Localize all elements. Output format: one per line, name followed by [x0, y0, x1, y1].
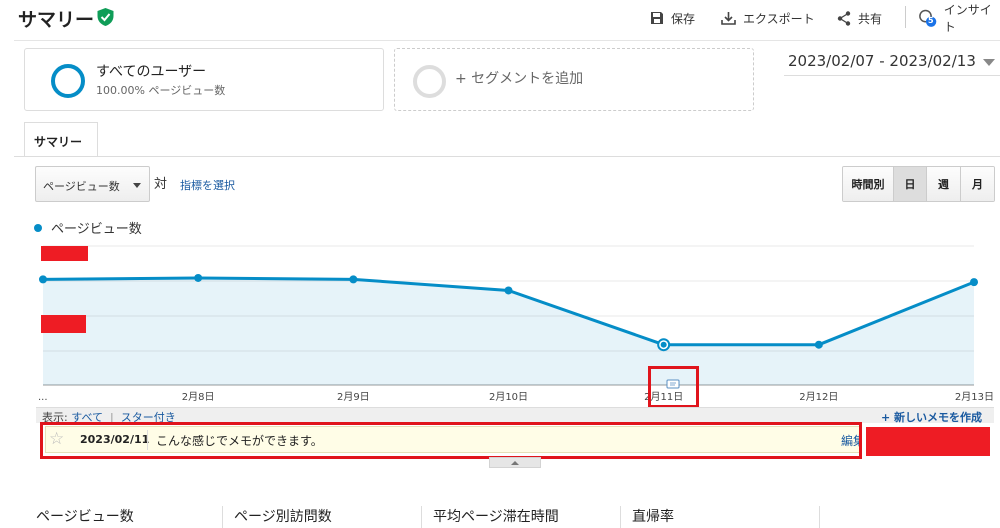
collapse-notes-button[interactable]	[489, 457, 541, 468]
metric-pageviews-label: ページビュー数	[36, 509, 134, 525]
share-icon	[837, 10, 851, 26]
date-range-picker[interactable]: 2023/02/07 - 2023/02/13	[784, 50, 1000, 76]
chevron-up-icon	[511, 461, 519, 465]
metric-avg-time-label: 平均ページ滞在時間	[433, 509, 559, 525]
x-tick-label: 2月8日	[182, 391, 215, 403]
redacted-note-author	[866, 427, 990, 456]
metric-divider	[421, 506, 422, 528]
redacted-y-label-mid	[41, 315, 86, 333]
create-note-link[interactable]: + 新しいメモを作成	[881, 409, 982, 425]
metric-unique-pageviews-label: ページ別訪問数	[234, 509, 332, 525]
header-divider	[14, 40, 1000, 41]
save-label: 保存	[671, 11, 696, 26]
highlight-note-row	[40, 422, 862, 459]
granularity-week[interactable]: 週	[926, 167, 960, 201]
insights-label: インサイト	[943, 3, 992, 34]
chart-legend: ページビュー数	[34, 218, 142, 237]
data-point[interactable]	[39, 275, 47, 284]
data-point[interactable]	[814, 340, 823, 349]
save-icon	[651, 12, 663, 24]
x-tick-label: 2月10日	[489, 391, 528, 403]
toolbar-divider	[905, 6, 906, 28]
data-point[interactable]	[349, 275, 358, 284]
empty-segment-ring-icon	[413, 65, 446, 98]
x-axis-labels: ... 2月8日 2月9日 2月10日 2月11日 2月12日 2月13日	[38, 391, 994, 403]
legend-label: ページビュー数	[51, 222, 142, 237]
chevron-down-icon	[983, 59, 995, 66]
granularity-month[interactable]: 月	[960, 167, 994, 201]
segment-all-users[interactable]: すべてのユーザー 100.00% ページビュー数	[24, 48, 384, 111]
choose-metric-link[interactable]: 指標を選択	[180, 177, 235, 193]
versus-label: 対	[154, 177, 168, 192]
share-button[interactable]: 共有	[837, 8, 882, 28]
insights-badge: 5	[928, 16, 934, 25]
metric-divider	[222, 506, 223, 528]
data-point[interactable]	[194, 273, 203, 282]
data-point[interactable]	[970, 278, 978, 287]
metric-bounce-rate-label: 直帰率	[632, 509, 674, 525]
x-tick-label: 2月13日	[955, 391, 994, 403]
tab-summary[interactable]: サマリー	[24, 122, 98, 157]
caret-down-icon	[133, 183, 141, 188]
data-point[interactable]	[504, 286, 513, 295]
share-label: 共有	[858, 11, 883, 26]
add-segment-label: + セグメントを追加	[455, 71, 584, 87]
metric-divider	[819, 506, 820, 528]
granularity-day[interactable]: 日	[893, 167, 926, 201]
x-tick-label: ...	[38, 392, 48, 403]
highlight-annotation-marker	[648, 366, 699, 408]
page-title: サマリー	[18, 9, 95, 31]
date-range-text: 2023/02/07 - 2023/02/13	[788, 52, 976, 70]
metric-divider	[620, 506, 621, 528]
save-button[interactable]: 保存	[650, 8, 695, 28]
segment-ring-icon	[51, 64, 85, 98]
insights-button[interactable]: 5 インサイト	[918, 3, 1000, 34]
data-point-highlight	[660, 341, 667, 348]
download-icon	[721, 12, 736, 25]
report-header: サマリー 保存 エクスポート 共有 5 インサイト	[0, 0, 1000, 36]
tab-divider	[14, 156, 1000, 157]
metric-dropdown-value: ページビュー数	[43, 180, 120, 193]
x-tick-label: 2月9日	[337, 391, 370, 403]
export-button[interactable]: エクスポート	[721, 8, 815, 28]
redacted-y-label-top	[41, 246, 88, 261]
segment-name: すべてのユーザー	[96, 64, 207, 80]
notes-bar: 表示: すべて | スター付き + 新しいメモを作成	[36, 407, 994, 425]
export-label: エクスポート	[743, 11, 815, 26]
x-tick-label: 2月12日	[799, 391, 838, 403]
verified-shield-icon	[97, 8, 114, 26]
pageviews-chart: ... 2月8日 2月9日 2月10日 2月11日 2月12日 2月13日	[38, 245, 994, 403]
metric-dropdown[interactable]: ページビュー数	[35, 166, 150, 202]
granularity-hourly[interactable]: 時間別	[843, 167, 893, 201]
granularity-toggle: 時間別 日 週 月	[842, 166, 995, 202]
add-segment-button[interactable]: + セグメントを追加	[394, 48, 754, 111]
legend-dot	[34, 223, 42, 232]
segment-percentage: 100.00% ページビュー数	[96, 84, 226, 97]
